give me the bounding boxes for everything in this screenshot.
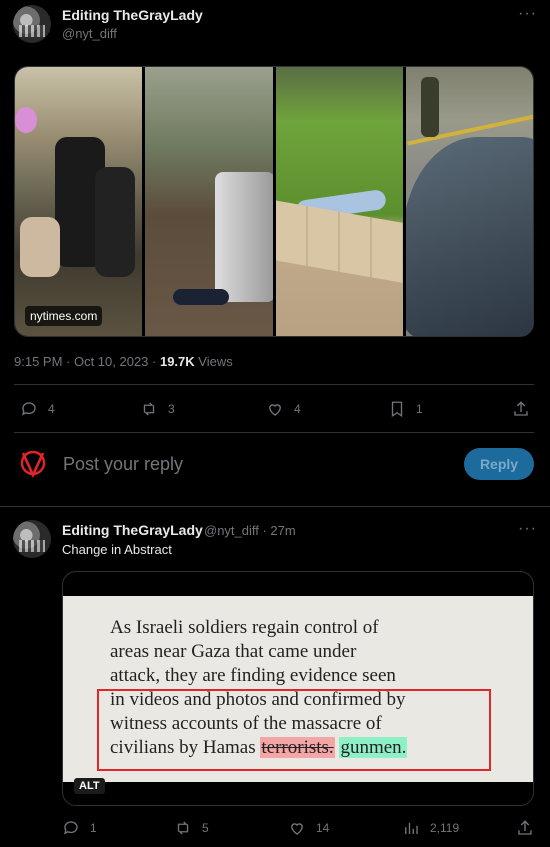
reply-media[interactable]: As Israeli soldiers regain control of ar… bbox=[62, 571, 534, 806]
retweet-action[interactable]: 3 bbox=[140, 400, 175, 418]
like-action[interactable]: 4 bbox=[266, 400, 301, 418]
views-label: Views bbox=[194, 354, 233, 369]
reply-count: 4 bbox=[48, 402, 55, 416]
media-source-badge: nytimes.com bbox=[25, 306, 103, 326]
views-action[interactable]: 2,119 bbox=[402, 819, 459, 837]
views-count: 2,119 bbox=[430, 821, 460, 835]
share-icon bbox=[514, 401, 528, 416]
reply-icon bbox=[63, 821, 78, 835]
share-icon bbox=[518, 820, 532, 835]
reply-action[interactable]: 4 bbox=[20, 400, 55, 418]
reply-handle-time[interactable]: @nyt_diff · 27m bbox=[204, 523, 296, 538]
user-avatar-icon[interactable] bbox=[18, 448, 48, 480]
tweet-media-grid[interactable]: nytimes.com bbox=[14, 66, 534, 337]
share-action[interactable] bbox=[516, 819, 534, 837]
analytics-icon bbox=[405, 822, 418, 834]
reply-display-name[interactable]: Editing TheGrayLady bbox=[62, 522, 203, 538]
retweet-count: 3 bbox=[168, 402, 175, 416]
avatar[interactable] bbox=[13, 5, 51, 43]
reply-action[interactable]: 1 bbox=[62, 819, 97, 837]
reply-button[interactable]: Reply bbox=[464, 448, 534, 480]
media-image-4[interactable] bbox=[405, 67, 533, 336]
share-action[interactable] bbox=[512, 400, 530, 418]
more-horizontal-icon[interactable]: ··· bbox=[518, 521, 537, 537]
highlight-box bbox=[97, 689, 491, 771]
heart-icon bbox=[269, 404, 281, 416]
tweet-timestamp[interactable]: 9:15 PM · Oct 10, 2023 · 19.7K Views bbox=[14, 354, 233, 369]
abstract-line: attack, they are finding evidence seen bbox=[110, 665, 396, 686]
more-horizontal-icon[interactable]: ··· bbox=[518, 6, 537, 22]
like-action[interactable]: 14 bbox=[288, 819, 329, 837]
retweet-count: 5 bbox=[202, 821, 209, 835]
reply-text: Change in Abstract bbox=[62, 542, 172, 557]
abstract-line: areas near Gaza that came under bbox=[110, 641, 357, 662]
media-image-1[interactable]: nytimes.com bbox=[15, 67, 143, 336]
divider bbox=[14, 384, 534, 385]
retweet-icon bbox=[177, 821, 189, 835]
bookmark-icon bbox=[391, 401, 403, 418]
abstract-diff-image[interactable]: As Israeli soldiers regain control of ar… bbox=[63, 596, 533, 782]
heart-icon bbox=[291, 823, 303, 835]
reply-icon bbox=[21, 402, 36, 416]
divider bbox=[14, 432, 534, 433]
like-count: 4 bbox=[294, 402, 301, 416]
media-image-2[interactable] bbox=[145, 67, 273, 336]
abstract-line: As Israeli soldiers regain control of bbox=[110, 617, 379, 638]
display-name[interactable]: Editing TheGrayLady bbox=[62, 7, 203, 23]
divider bbox=[0, 506, 550, 507]
views-count: 19.7K bbox=[159, 354, 195, 369]
bookmark-count: 1 bbox=[416, 402, 423, 416]
avatar[interactable] bbox=[13, 520, 51, 558]
timestamp-text[interactable]: 9:15 PM · Oct 10, 2023 · bbox=[14, 354, 160, 369]
retweet-action[interactable]: 5 bbox=[174, 819, 209, 837]
retweet-icon bbox=[143, 402, 155, 416]
alt-badge[interactable]: ALT bbox=[74, 778, 105, 794]
reply-count: 1 bbox=[90, 821, 97, 835]
reply-input[interactable]: Post your reply bbox=[63, 454, 183, 475]
handle[interactable]: @nyt_diff bbox=[62, 26, 117, 41]
bookmark-action[interactable]: 1 bbox=[388, 400, 423, 418]
media-image-3[interactable] bbox=[275, 67, 403, 336]
like-count: 14 bbox=[316, 821, 330, 835]
